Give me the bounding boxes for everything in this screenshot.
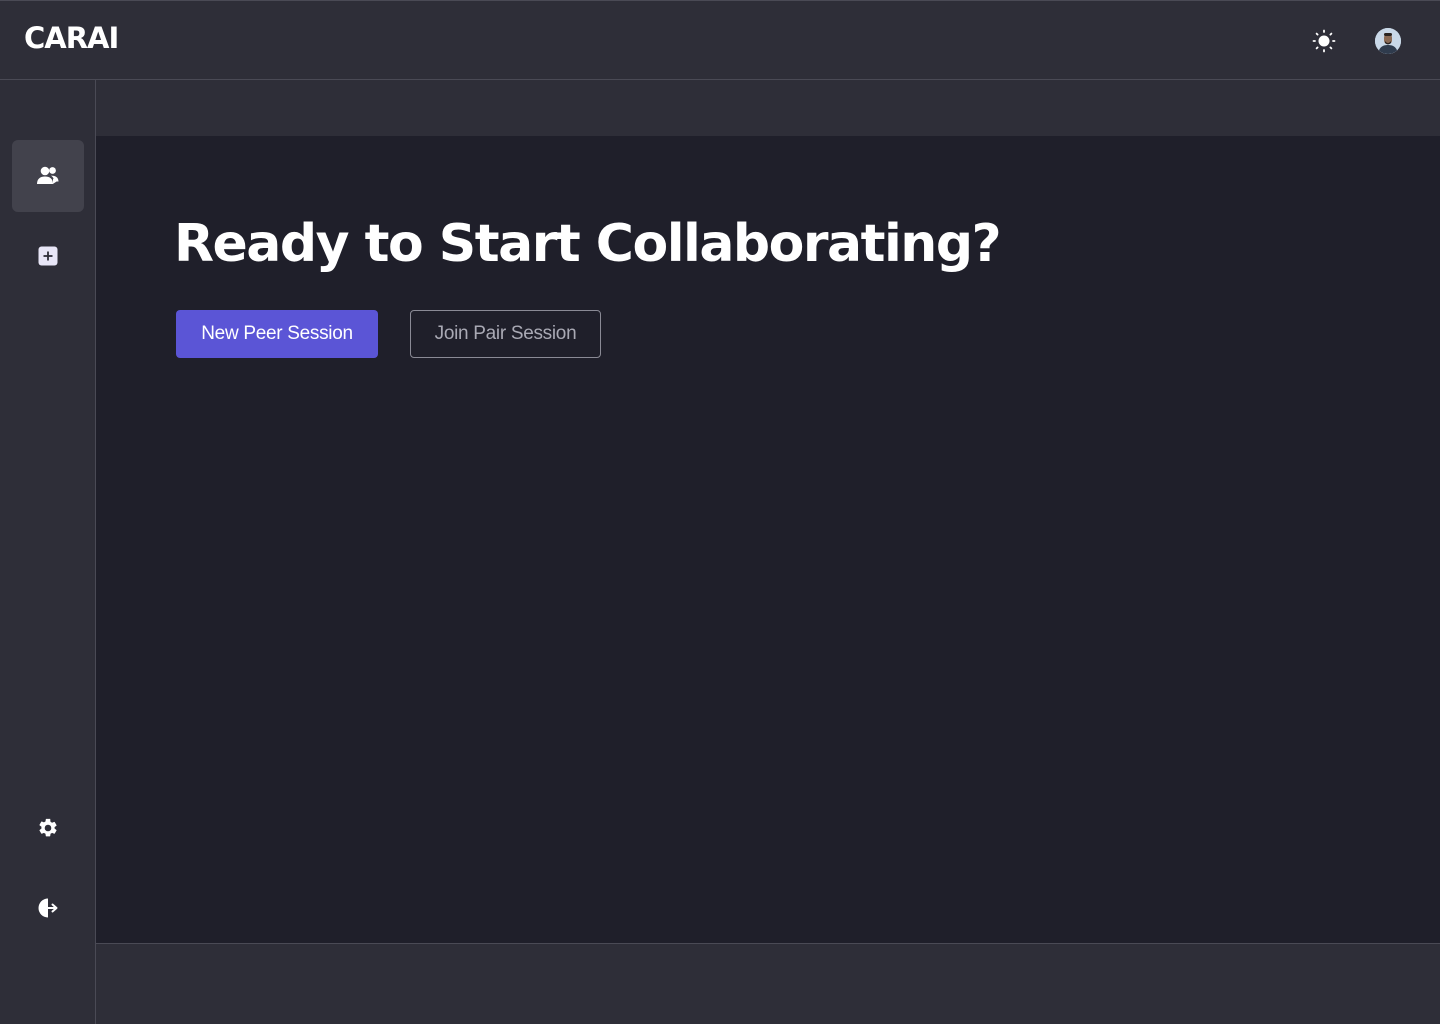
app-window: CARAI Ready to Start Collaborating? New … — [0, 0, 1440, 1024]
join-pair-session-button[interactable]: Join Pair Session — [410, 310, 601, 358]
top-header: CARAI — [0, 0, 1440, 80]
new-peer-session-button[interactable]: New Peer Session — [176, 310, 378, 358]
sidebar-item-settings[interactable] — [12, 792, 84, 864]
logout-icon — [38, 898, 58, 918]
main-footer — [96, 944, 1440, 1024]
gear-icon — [39, 818, 57, 837]
main-content: Ready to Start Collaborating? New Peer S… — [96, 136, 1440, 944]
users-icon — [37, 166, 59, 184]
sidebar-item-sessions[interactable] — [12, 140, 84, 212]
user-avatar[interactable] — [1375, 28, 1401, 54]
sidebar-item-new[interactable] — [12, 220, 84, 292]
page-title: Ready to Start Collaborating? — [174, 214, 1002, 274]
app-logo[interactable]: CARAI — [24, 21, 119, 55]
main-top-bar — [96, 80, 1440, 136]
theme-toggle-button[interactable] — [1310, 27, 1338, 55]
sun-icon — [1312, 29, 1336, 53]
sidebar-item-logout[interactable] — [12, 872, 84, 944]
plus-square-icon — [38, 246, 58, 266]
sidebar — [0, 80, 96, 1024]
avatar-icon — [1375, 28, 1401, 54]
